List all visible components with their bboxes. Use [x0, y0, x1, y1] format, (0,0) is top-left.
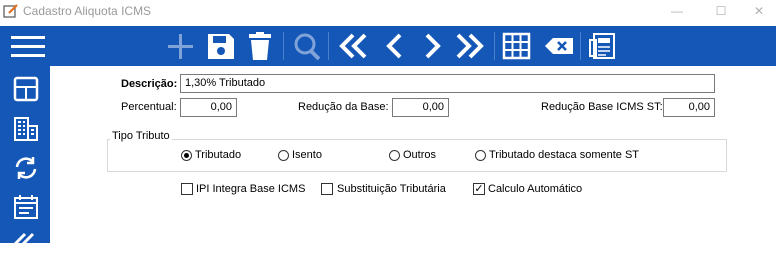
toolbar-separator: [283, 32, 284, 60]
radio-button[interactable]: [278, 150, 289, 161]
toolbar-separator: [580, 32, 581, 60]
reducao-base-st-input[interactable]: 0,00: [663, 98, 715, 117]
checkbox-label: Substituição Tributária: [337, 183, 446, 195]
descricao-input[interactable]: 1,30% Tributado: [180, 74, 715, 93]
form-area: Descrição: 1,30% Tributado Percentual: 0…: [50, 66, 776, 243]
grid-icon[interactable]: [502, 30, 532, 62]
previous-icon[interactable]: [380, 30, 410, 62]
sync-icon[interactable]: [13, 155, 39, 181]
percentual-label: Percentual:: [121, 101, 177, 113]
last-icon[interactable]: [455, 30, 485, 62]
toolbar-separator: [328, 32, 329, 60]
radio-label: Tributado destaca somente ST: [489, 149, 640, 161]
close-button[interactable]: ✕: [742, 0, 776, 24]
title-bar: Cadastro Aliquota ICMS — ☐ ✕: [0, 0, 776, 26]
maximize-button[interactable]: ☐: [698, 0, 744, 24]
save-icon[interactable]: [206, 30, 236, 62]
building-icon[interactable]: [13, 116, 39, 142]
descricao-label: Descrição:: [121, 78, 178, 90]
radio-label: Tributado: [195, 149, 242, 161]
checkbox[interactable]: [321, 183, 333, 195]
minimize-button[interactable]: —: [654, 0, 700, 24]
window-title: Cadastro Aliquota ICMS: [23, 4, 152, 18]
radio-label: Isento: [292, 149, 322, 161]
collapse-icon[interactable]: [13, 230, 39, 256]
radio-label: Outros: [403, 149, 437, 161]
radio-button[interactable]: [389, 150, 400, 161]
report-icon[interactable]: [588, 30, 618, 62]
clear-icon[interactable]: [543, 30, 573, 62]
search-icon[interactable]: [292, 30, 322, 62]
calendar-list-icon[interactable]: [13, 194, 39, 220]
radio-button[interactable]: [475, 150, 486, 161]
toolbar-separator: [494, 32, 495, 60]
reducao-base-label: Redução da Base:: [298, 101, 389, 113]
add-icon[interactable]: [166, 30, 196, 62]
delete-icon[interactable]: [245, 30, 275, 62]
checkbox-label: Calculo Automático: [488, 183, 583, 195]
first-icon[interactable]: [338, 30, 368, 62]
radio-button-selected[interactable]: [181, 150, 192, 161]
percentual-input[interactable]: 0,00: [180, 98, 237, 117]
checkbox[interactable]: [181, 183, 193, 195]
tipo-tributo-label: Tipo Tributo: [110, 130, 172, 142]
checkbox-label: IPI Integra Base ICMS: [196, 183, 306, 195]
next-icon[interactable]: [417, 30, 447, 62]
reducao-base-st-label: Redução Base ICMS ST:: [541, 101, 663, 113]
app-icon: [3, 4, 18, 18]
reducao-base-input[interactable]: 0,00: [392, 98, 449, 117]
layout-icon[interactable]: [13, 76, 39, 102]
toolbar: [0, 26, 776, 66]
sidebar: [0, 66, 50, 246]
menu-icon[interactable]: [11, 30, 45, 62]
checkbox-checked[interactable]: ✓: [473, 183, 485, 195]
